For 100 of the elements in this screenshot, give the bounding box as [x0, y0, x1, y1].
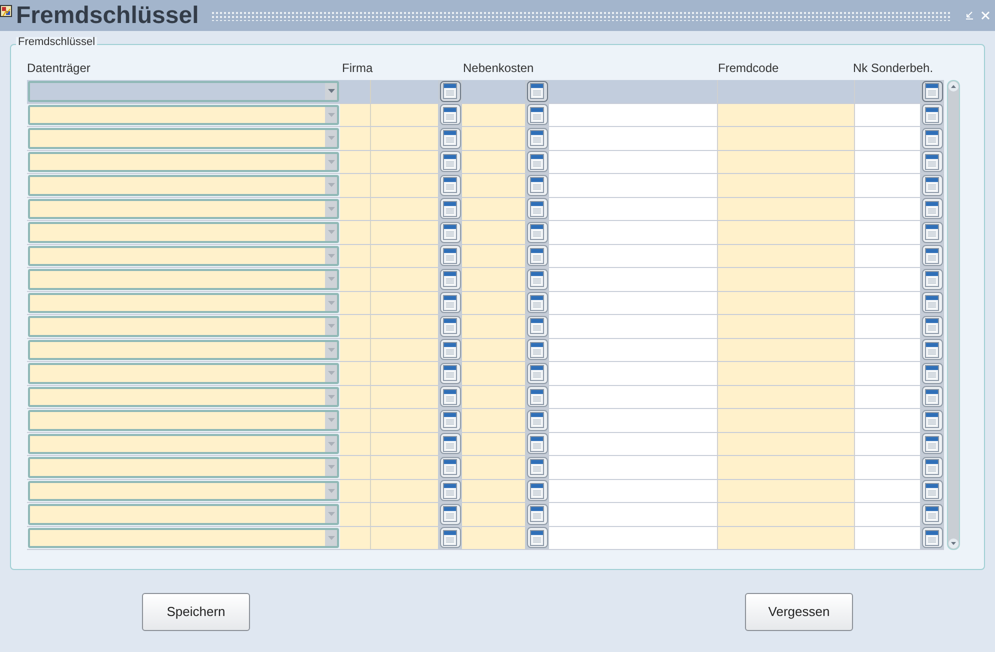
- table-row[interactable]: [27, 198, 944, 221]
- table-cell[interactable]: [371, 432, 438, 455]
- table-cell[interactable]: [855, 268, 920, 290]
- table-cell[interactable]: [462, 456, 525, 478]
- table-cell[interactable]: [855, 150, 920, 173]
- table-cell[interactable]: [718, 244, 855, 267]
- table-cell[interactable]: [855, 503, 920, 526]
- table-cell[interactable]: [462, 315, 525, 338]
- table-row[interactable]: [27, 315, 944, 338]
- table-cell[interactable]: [371, 386, 438, 408]
- table-cell[interactable]: [371, 244, 438, 267]
- dropdown-field[interactable]: [28, 316, 339, 336]
- table-cell[interactable]: [549, 432, 718, 455]
- table-cell[interactable]: [340, 480, 371, 502]
- table-cell[interactable]: [549, 174, 718, 196]
- dropdown-field[interactable]: [28, 269, 339, 290]
- list-button[interactable]: [526, 316, 548, 337]
- table-cell[interactable]: [718, 503, 855, 526]
- list-button[interactable]: [922, 480, 942, 502]
- table-row[interactable]: [27, 338, 944, 362]
- table-cell[interactable]: [462, 221, 525, 244]
- table-row[interactable]: [27, 127, 944, 150]
- table-cell[interactable]: [371, 221, 438, 244]
- table-cell[interactable]: [462, 362, 525, 384]
- list-button[interactable]: [526, 386, 548, 408]
- list-button[interactable]: [526, 80, 548, 102]
- table-cell[interactable]: [549, 409, 718, 432]
- dropdown-field[interactable]: [28, 386, 339, 407]
- list-button[interactable]: [440, 362, 460, 384]
- table-cell[interactable]: [371, 315, 438, 338]
- table-cell[interactable]: [340, 221, 371, 244]
- table-cell[interactable]: [549, 338, 718, 361]
- table-cell[interactable]: [855, 315, 920, 338]
- table-cell[interactable]: [371, 503, 438, 526]
- table-row[interactable]: [27, 432, 944, 456]
- table-cell[interactable]: [718, 480, 855, 502]
- cancel-button[interactable]: Vergessen: [745, 593, 853, 631]
- list-button[interactable]: [440, 433, 460, 454]
- table-cell[interactable]: [549, 268, 718, 290]
- list-button[interactable]: [440, 292, 460, 314]
- list-button[interactable]: [526, 362, 548, 384]
- table-cell[interactable]: [340, 292, 371, 314]
- dropdown-field[interactable]: [28, 292, 339, 313]
- table-cell[interactable]: [549, 480, 718, 502]
- list-button[interactable]: [922, 433, 942, 454]
- table-cell[interactable]: [340, 198, 371, 220]
- table-cell[interactable]: [718, 104, 855, 126]
- table-cell[interactable]: [855, 338, 920, 361]
- table-cell[interactable]: [549, 315, 718, 338]
- table-cell[interactable]: [340, 432, 371, 455]
- close-button[interactable]: [979, 10, 991, 22]
- list-button[interactable]: [526, 174, 548, 196]
- table-cell[interactable]: [462, 268, 525, 290]
- table-cell[interactable]: [855, 480, 920, 502]
- table-cell[interactable]: [340, 526, 371, 549]
- table-cell[interactable]: [549, 503, 718, 526]
- table-row[interactable]: [27, 104, 944, 127]
- table-cell[interactable]: [371, 174, 438, 196]
- list-button[interactable]: [922, 456, 942, 478]
- table-cell[interactable]: [371, 127, 438, 150]
- table-cell[interactable]: [462, 104, 525, 126]
- list-button[interactable]: [440, 268, 460, 290]
- dropdown-field[interactable]: [28, 198, 339, 219]
- table-cell[interactable]: [855, 221, 920, 244]
- list-button[interactable]: [440, 80, 460, 102]
- dropdown-field[interactable]: [28, 222, 339, 242]
- list-button[interactable]: [440, 174, 460, 196]
- table-cell[interactable]: [371, 526, 438, 549]
- table-cell[interactable]: [549, 456, 718, 478]
- table-row[interactable]: [27, 292, 944, 315]
- list-button[interactable]: [922, 362, 942, 384]
- list-button[interactable]: [440, 198, 460, 220]
- table-cell[interactable]: [549, 292, 718, 314]
- table-row[interactable]: [27, 386, 944, 409]
- table-row[interactable]: [27, 221, 944, 244]
- table-cell[interactable]: [718, 174, 855, 196]
- list-button[interactable]: [440, 222, 460, 243]
- table-cell[interactable]: [549, 526, 718, 549]
- list-button[interactable]: [526, 268, 548, 290]
- table-cell[interactable]: [549, 198, 718, 220]
- list-button[interactable]: [440, 104, 460, 126]
- list-button[interactable]: [922, 80, 942, 102]
- table-cell[interactable]: [462, 480, 525, 502]
- table-cell[interactable]: [340, 386, 371, 408]
- table-cell[interactable]: [718, 409, 855, 432]
- dropdown-field[interactable]: [28, 175, 339, 196]
- table-cell[interactable]: [718, 127, 855, 150]
- table-cell[interactable]: [549, 386, 718, 408]
- table-cell[interactable]: [371, 362, 438, 384]
- table-cell[interactable]: [462, 174, 525, 196]
- table-cell[interactable]: [462, 409, 525, 432]
- list-button[interactable]: [440, 339, 460, 360]
- list-button[interactable]: [440, 527, 460, 548]
- list-button[interactable]: [440, 316, 460, 337]
- list-button[interactable]: [526, 527, 548, 548]
- table-cell[interactable]: [855, 292, 920, 314]
- dropdown-field[interactable]: [28, 434, 339, 454]
- list-button[interactable]: [922, 104, 942, 126]
- dropdown-field[interactable]: [28, 363, 339, 384]
- dropdown-field[interactable]: [28, 528, 339, 548]
